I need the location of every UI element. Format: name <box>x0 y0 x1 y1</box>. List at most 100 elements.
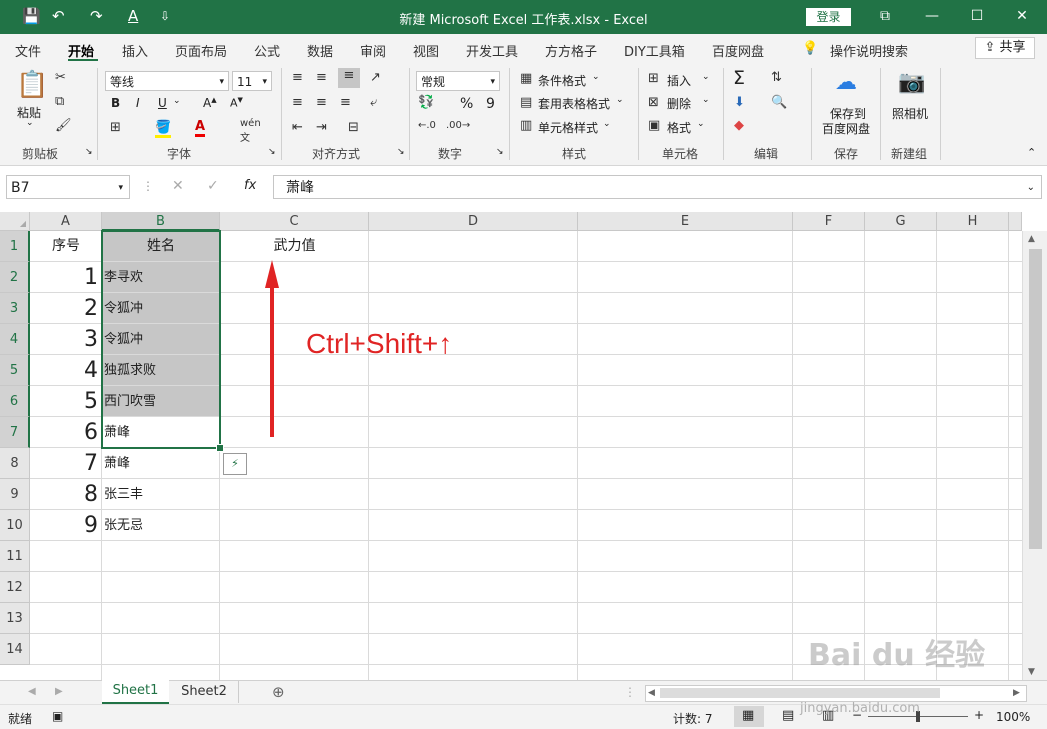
tab-baidu-netdisk[interactable]: 百度网盘 <box>712 41 764 60</box>
row-header-10[interactable]: 10 <box>0 510 30 541</box>
italic-button[interactable]: I <box>136 96 140 110</box>
login-button[interactable]: 登录 <box>806 8 851 26</box>
align-top-icon[interactable]: ≡ <box>292 70 303 85</box>
decrease-decimal-icon[interactable]: .00→ <box>446 120 470 131</box>
maximize-button[interactable]: ☐ <box>965 5 989 27</box>
tab-formulas[interactable]: 公式 <box>254 41 280 60</box>
number-format-select[interactable]: 常规 ▾ <box>416 71 500 91</box>
align-center-icon[interactable]: ≡ <box>316 95 327 110</box>
scroll-left-icon[interactable]: ◀ <box>648 686 655 701</box>
delete-cells-button[interactable]: 删除 <box>667 95 691 112</box>
baidu-netdisk-icon[interactable]: ☁ <box>835 70 857 95</box>
prev-sheet-icon[interactable]: ◀ <box>28 686 36 697</box>
select-all-corner[interactable]: ◢ <box>0 212 30 231</box>
cell-a4[interactable]: 3 <box>30 324 98 355</box>
column-header-g[interactable]: G <box>865 212 937 231</box>
autosum-button[interactable]: Σ <box>733 67 745 89</box>
cell-style-icon[interactable]: ▥ <box>520 118 532 133</box>
row-header-2[interactable]: 2 <box>0 262 30 293</box>
lightbulb-icon[interactable]: 💡 <box>802 41 818 56</box>
format-cells-button[interactable]: 格式 <box>667 119 691 136</box>
sheet-tab-sheet1[interactable]: Sheet1 <box>102 680 169 704</box>
cell-styles-button[interactable]: 单元格样式 <box>538 119 598 136</box>
border-icon[interactable]: ⊞ <box>110 120 121 135</box>
merge-center-icon[interactable]: ⊟ <box>348 120 359 135</box>
wrap-text-icon[interactable]: ⤶ <box>370 95 377 110</box>
scrollbar-thumb[interactable] <box>1029 249 1042 549</box>
row-header-4[interactable]: 4 <box>0 324 30 355</box>
h-scrollbar-thumb[interactable] <box>660 688 940 698</box>
underline-dropdown-icon[interactable]: ⌄ <box>173 96 181 106</box>
cell-b8[interactable]: 萧峰 <box>104 448 218 479</box>
format-cells-icon[interactable]: ▣ <box>648 118 660 133</box>
camera-icon[interactable]: 📷 <box>898 70 925 95</box>
tab-view[interactable]: 视图 <box>413 41 439 60</box>
insert-cells-icon[interactable]: ⊞ <box>648 71 659 86</box>
format-as-table-button[interactable]: 套用表格格式 <box>538 95 610 112</box>
row-header-13[interactable]: 13 <box>0 603 30 634</box>
row-header-8[interactable]: 8 <box>0 448 30 479</box>
cell-a6[interactable]: 5 <box>30 386 98 417</box>
font-size-select[interactable]: 11 ▾ <box>232 71 272 91</box>
comma-button[interactable]: 9 <box>486 96 495 112</box>
horizontal-scrollbar[interactable]: ◀ ▶ <box>645 685 1027 702</box>
cell-b4[interactable]: 令狐冲 <box>104 324 218 355</box>
minimize-button[interactable]: — <box>920 5 944 27</box>
column-header-partial[interactable] <box>1009 212 1022 231</box>
underline-button[interactable]: U <box>158 96 167 110</box>
font-name-select[interactable]: 等线 ▾ <box>105 71 229 91</box>
cell-c1[interactable]: 武力值 <box>220 231 369 262</box>
delete-cells-icon[interactable]: ⊠ <box>648 95 659 110</box>
cell-a7[interactable]: 6 <box>30 417 98 448</box>
align-left-icon[interactable]: ≡ <box>292 95 303 110</box>
conditional-format-button[interactable]: 条件格式 <box>538 72 586 89</box>
zoom-in-icon[interactable]: + <box>974 708 984 722</box>
ribbon-display-icon[interactable]: ⧉ <box>873 5 897 27</box>
phonetic-icon[interactable]: wén 文 <box>240 118 261 144</box>
cell-b6[interactable]: 西门吹雪 <box>104 386 218 417</box>
vertical-scrollbar[interactable]: ▲ ▼ <box>1022 231 1047 680</box>
column-header-c[interactable]: C <box>220 212 369 231</box>
increase-indent-icon[interactable]: ⇥ <box>316 120 327 135</box>
sort-filter-icon[interactable]: ⇅ <box>771 70 782 85</box>
increase-decimal-icon[interactable]: ←.0 <box>418 120 436 131</box>
row-header-3[interactable]: 3 <box>0 293 30 324</box>
sheet-tab-sheet2[interactable]: Sheet2 <box>170 681 239 703</box>
alignment-launcher-icon[interactable]: ↘ <box>397 147 405 157</box>
tab-developer[interactable]: 开发工具 <box>466 41 518 60</box>
copy-icon[interactable]: ⧉ <box>55 94 64 109</box>
tab-diy-toolbox[interactable]: DIY工具箱 <box>624 41 685 60</box>
align-bottom-icon[interactable]: ≡ <box>338 68 360 88</box>
worksheet-grid[interactable]: ◢ A B C D E F G H 1 2 3 4 5 6 7 8 9 10 1… <box>0 212 1047 680</box>
close-button[interactable]: ✕ <box>1010 5 1034 27</box>
column-header-d[interactable]: D <box>369 212 578 231</box>
increase-font-icon[interactable]: A▲ <box>203 96 217 110</box>
cell-a1[interactable]: 序号 <box>30 231 102 262</box>
cell-b1[interactable]: 姓名 <box>102 231 220 262</box>
cell-a9[interactable]: 8 <box>30 479 98 510</box>
cell-a3[interactable]: 2 <box>30 293 98 324</box>
tab-review[interactable]: 审阅 <box>360 41 386 60</box>
fill-icon[interactable]: ⬇ <box>734 95 745 110</box>
cell-b2[interactable]: 李寻欢 <box>104 262 218 293</box>
paste-icon[interactable]: 📋 <box>16 70 48 100</box>
cell-a5[interactable]: 4 <box>30 355 98 386</box>
tab-home[interactable]: 开始 <box>68 41 94 60</box>
cell-a8[interactable]: 7 <box>30 448 98 479</box>
tab-insert[interactable]: 插入 <box>122 41 148 60</box>
cancel-icon[interactable]: ✕ <box>172 178 184 194</box>
cell-a10[interactable]: 9 <box>30 510 98 541</box>
formula-input[interactable]: 萧峰 ⌄ <box>273 175 1042 199</box>
conditional-format-icon[interactable]: ▦ <box>520 71 532 86</box>
column-header-e[interactable]: E <box>578 212 793 231</box>
column-header-f[interactable]: F <box>793 212 865 231</box>
tab-fangfang[interactable]: 方方格子 <box>545 41 597 60</box>
font-launcher-icon[interactable]: ↘ <box>268 147 276 157</box>
clipboard-launcher-icon[interactable]: ↘ <box>85 147 93 157</box>
cell-b7[interactable]: 萧峰 <box>104 417 218 448</box>
cell-b9[interactable]: 张三丰 <box>104 479 218 510</box>
row-header-11[interactable]: 11 <box>0 541 30 572</box>
decrease-font-icon[interactable]: A▼ <box>230 96 243 110</box>
tell-me-search[interactable]: 操作说明搜索 <box>830 41 908 60</box>
row-header-6[interactable]: 6 <box>0 386 30 417</box>
